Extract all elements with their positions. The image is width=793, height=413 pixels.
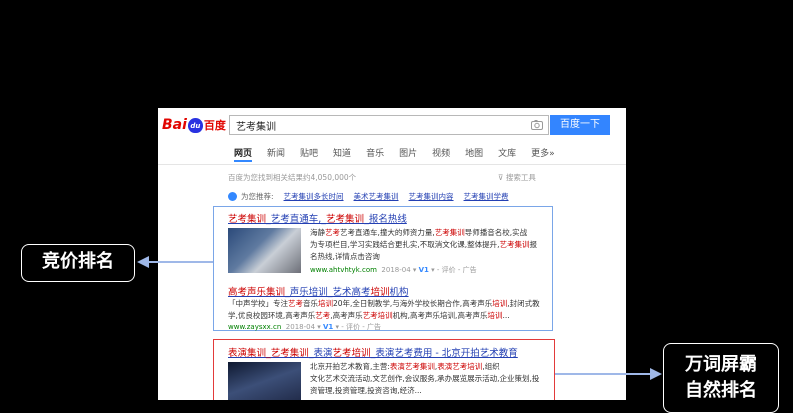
arrow-right-head — [650, 368, 662, 380]
arrow-left-head — [137, 256, 149, 268]
annotation-arrows — [137, 256, 662, 380]
